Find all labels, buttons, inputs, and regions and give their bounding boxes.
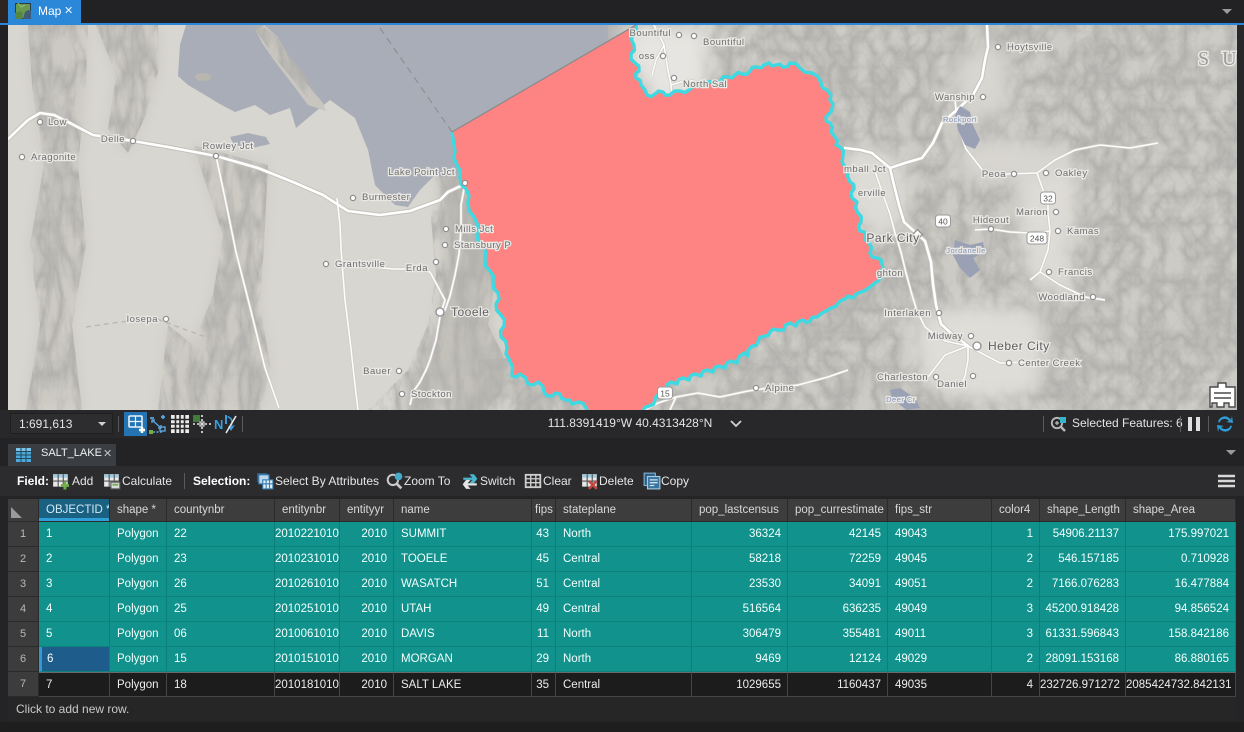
svg-text:Iosepa: Iosepa [126, 314, 158, 325]
svg-text:Daniel: Daniel [937, 379, 967, 390]
svg-text:Low: Low [48, 117, 67, 128]
svg-text:248: 248 [1030, 234, 1044, 244]
svg-text:Hoytsville: Hoytsville [1007, 42, 1053, 53]
svg-text:Hideout: Hideout [973, 215, 1009, 226]
svg-text:Deer Cr: Deer Cr [886, 395, 916, 404]
svg-text:S U: S U [1198, 48, 1237, 70]
svg-text:Stansbury P: Stansbury P [454, 240, 511, 251]
svg-text:Kamas: Kamas [1067, 226, 1099, 237]
svg-text:ghton: ghton [877, 268, 903, 279]
svg-text:Tooele: Tooele [451, 305, 489, 319]
svg-text:Francis: Francis [1058, 267, 1093, 278]
svg-text:Alpine: Alpine [765, 383, 794, 394]
svg-text:Stockton: Stockton [411, 389, 452, 400]
svg-text:Mills Jct: Mills Jct [455, 224, 493, 235]
svg-text:32: 32 [1043, 194, 1053, 204]
svg-text:Grantsville: Grantsville [335, 259, 385, 270]
svg-text:Interlaken: Interlaken [884, 308, 931, 319]
svg-text:North Sal: North Sal [683, 79, 727, 90]
svg-text:Woodland: Woodland [1038, 292, 1085, 303]
svg-text:Oakley: Oakley [1055, 168, 1088, 179]
svg-text:Bauer: Bauer [363, 366, 391, 377]
svg-text:Rowley Jct: Rowley Jct [203, 141, 254, 152]
svg-text:Park City: Park City [866, 231, 919, 245]
svg-text:15: 15 [660, 389, 670, 399]
svg-text:Jordanelle: Jordanelle [946, 246, 986, 255]
svg-text:Heber City: Heber City [988, 339, 1050, 353]
svg-text:Lake Point Jct: Lake Point Jct [388, 167, 455, 178]
svg-text:mball Jct: mball Jct [844, 164, 886, 175]
svg-text:Delle: Delle [101, 134, 125, 145]
svg-text:40: 40 [938, 217, 948, 227]
svg-text:Peoa: Peoa [982, 169, 1006, 180]
svg-text:Charleston: Charleston [877, 372, 928, 383]
svg-text:Bountiful: Bountiful [703, 37, 744, 48]
svg-text:erville: erville [858, 188, 886, 199]
svg-text:Center Creek: Center Creek [1018, 358, 1081, 369]
svg-text:Marion: Marion [1016, 207, 1048, 218]
svg-text:Aragonite: Aragonite [31, 152, 76, 163]
svg-text:Midway: Midway [928, 331, 963, 342]
svg-text:Wanship: Wanship [935, 92, 975, 103]
svg-text:oss: oss [639, 51, 655, 62]
svg-text:Bountiful: Bountiful [630, 28, 671, 39]
svg-text:Burmester: Burmester [362, 192, 410, 203]
svg-text:Rockport: Rockport [943, 115, 977, 124]
svg-text:Erda: Erda [406, 263, 428, 274]
